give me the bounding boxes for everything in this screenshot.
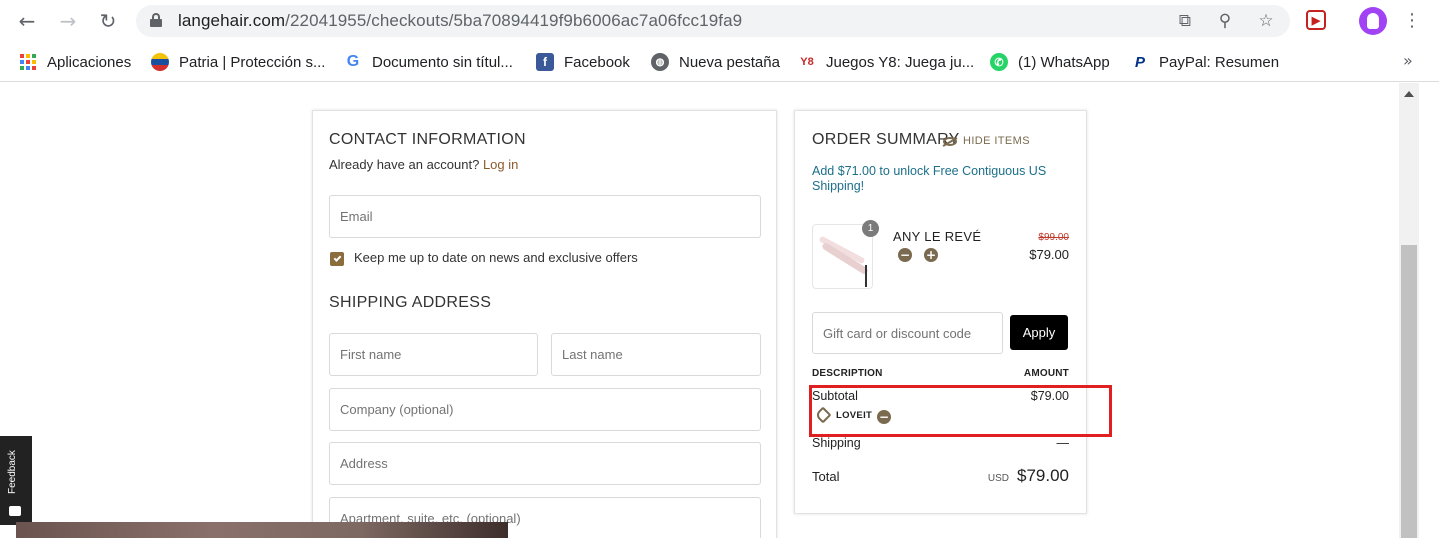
facebook-icon: f	[536, 53, 554, 71]
bookmarks-overflow-icon[interactable]: »	[1403, 51, 1413, 70]
contact-shipping-panel: CONTACT INFORMATION Already have an acco…	[312, 110, 777, 538]
star-icon[interactable]: ☆	[1255, 10, 1277, 32]
video-preview	[16, 522, 508, 538]
profile-avatar[interactable]	[1359, 7, 1387, 35]
bookmark-new-tab[interactable]: ◍ Nueva pestaña	[651, 51, 780, 73]
browser-toolbar: ← → ↻ langehair.com/22041955/checkouts/5…	[0, 0, 1439, 42]
shipping-value: —	[1056, 436, 1070, 450]
feedback-tab[interactable]: Feedback	[0, 436, 32, 525]
google-icon: G	[346, 53, 360, 70]
bookmarks-bar: Aplicaciones Patria | Protección s... G …	[0, 42, 1439, 82]
back-arrow-icon[interactable]: ←	[14, 8, 40, 34]
amount-header: AMOUNT	[1023, 368, 1069, 379]
last-name-field[interactable]: Last name	[551, 333, 761, 376]
total-label: Total	[812, 469, 840, 484]
scroll-up-arrow-icon[interactable]	[1404, 91, 1414, 97]
bookmark-facebook[interactable]: f Facebook	[536, 51, 630, 73]
free-shipping-promo: Add $71.00 to unlock Free Contiguous US …	[812, 164, 1047, 193]
globe-icon: ◍	[651, 53, 669, 71]
newsletter-checkbox[interactable]	[330, 252, 344, 266]
hide-items-toggle[interactable]: HIDE ITEMS	[943, 135, 1030, 147]
page-scrollbar[interactable]	[1399, 83, 1419, 538]
bookmark-document[interactable]: G Documento sin títul...	[344, 51, 513, 73]
feedback-label: Feedback	[7, 450, 18, 494]
extension-icon[interactable]: ▶	[1306, 10, 1326, 30]
apply-button[interactable]: Apply	[1010, 315, 1068, 350]
bookmark-apps[interactable]: Aplicaciones	[19, 51, 131, 73]
eye-slash-icon	[943, 136, 957, 146]
url-text: langehair.com/22041955/checkouts/5ba7089…	[178, 11, 743, 30]
increase-quantity-button[interactable]: +	[924, 248, 938, 262]
y8-icon: Y8	[800, 56, 814, 68]
lock-icon	[150, 13, 162, 27]
sale-price: $79.00	[1029, 247, 1069, 262]
forward-arrow-icon[interactable]: →	[55, 8, 81, 34]
shipping-title: SHIPPING ADDRESS	[329, 294, 492, 311]
address-bar[interactable]: langehair.com/22041955/checkouts/5ba7089…	[136, 5, 1290, 37]
zoom-icon[interactable]: ⚲	[1214, 10, 1236, 32]
original-price: $99.00	[1038, 232, 1069, 243]
newsletter-label: Keep me up to date on news and exclusive…	[354, 250, 638, 265]
order-summary-title: ORDER SUMMARY	[812, 131, 960, 148]
highlight-box	[809, 385, 1112, 437]
checkout-page: CONTACT INFORMATION Already have an acco…	[0, 83, 1399, 538]
translate-icon[interactable]: ⧉	[1174, 10, 1196, 32]
description-header: DESCRIPTION	[812, 368, 883, 379]
discount-code-field[interactable]: Gift card or discount code	[812, 312, 1003, 354]
company-field[interactable]: Company (optional)	[329, 388, 761, 431]
feedback-icon	[9, 506, 21, 516]
login-link[interactable]: Log in	[483, 157, 518, 172]
whatsapp-icon: ✆	[990, 53, 1008, 71]
contact-title: CONTACT INFORMATION	[329, 131, 526, 148]
bookmark-whatsapp[interactable]: ✆ (1) WhatsApp	[990, 51, 1110, 73]
bookmark-paypal[interactable]: P PayPal: Resumen	[1131, 51, 1279, 73]
quantity-badge: 1	[862, 220, 879, 237]
total-value: $79.00	[1017, 466, 1069, 485]
address-field[interactable]: Address	[329, 442, 761, 485]
shipping-label: Shipping	[812, 436, 861, 450]
email-field[interactable]: Email	[329, 195, 761, 238]
paypal-icon: P	[1134, 53, 1145, 71]
product-name: ANY LE REVÉ	[893, 229, 982, 244]
bookmark-patria[interactable]: Patria | Protección s...	[151, 51, 325, 73]
reload-icon[interactable]: ↻	[95, 8, 121, 34]
order-summary-panel: ORDER SUMMARY HIDE ITEMS Add $71.00 to u…	[794, 110, 1087, 514]
first-name-field[interactable]: First name	[329, 333, 538, 376]
account-prompt: Already have an account? Log in	[329, 157, 519, 172]
total-currency: USD	[987, 473, 1009, 484]
menu-kebab-icon[interactable]: ⋮	[1400, 9, 1424, 33]
bookmark-y8[interactable]: Y8 Juegos Y8: Juega ju...	[798, 51, 974, 73]
decrease-quantity-button[interactable]: −	[898, 248, 912, 262]
patria-icon	[151, 53, 169, 71]
scroll-thumb[interactable]	[1401, 245, 1417, 538]
apps-grid-icon	[19, 53, 37, 71]
